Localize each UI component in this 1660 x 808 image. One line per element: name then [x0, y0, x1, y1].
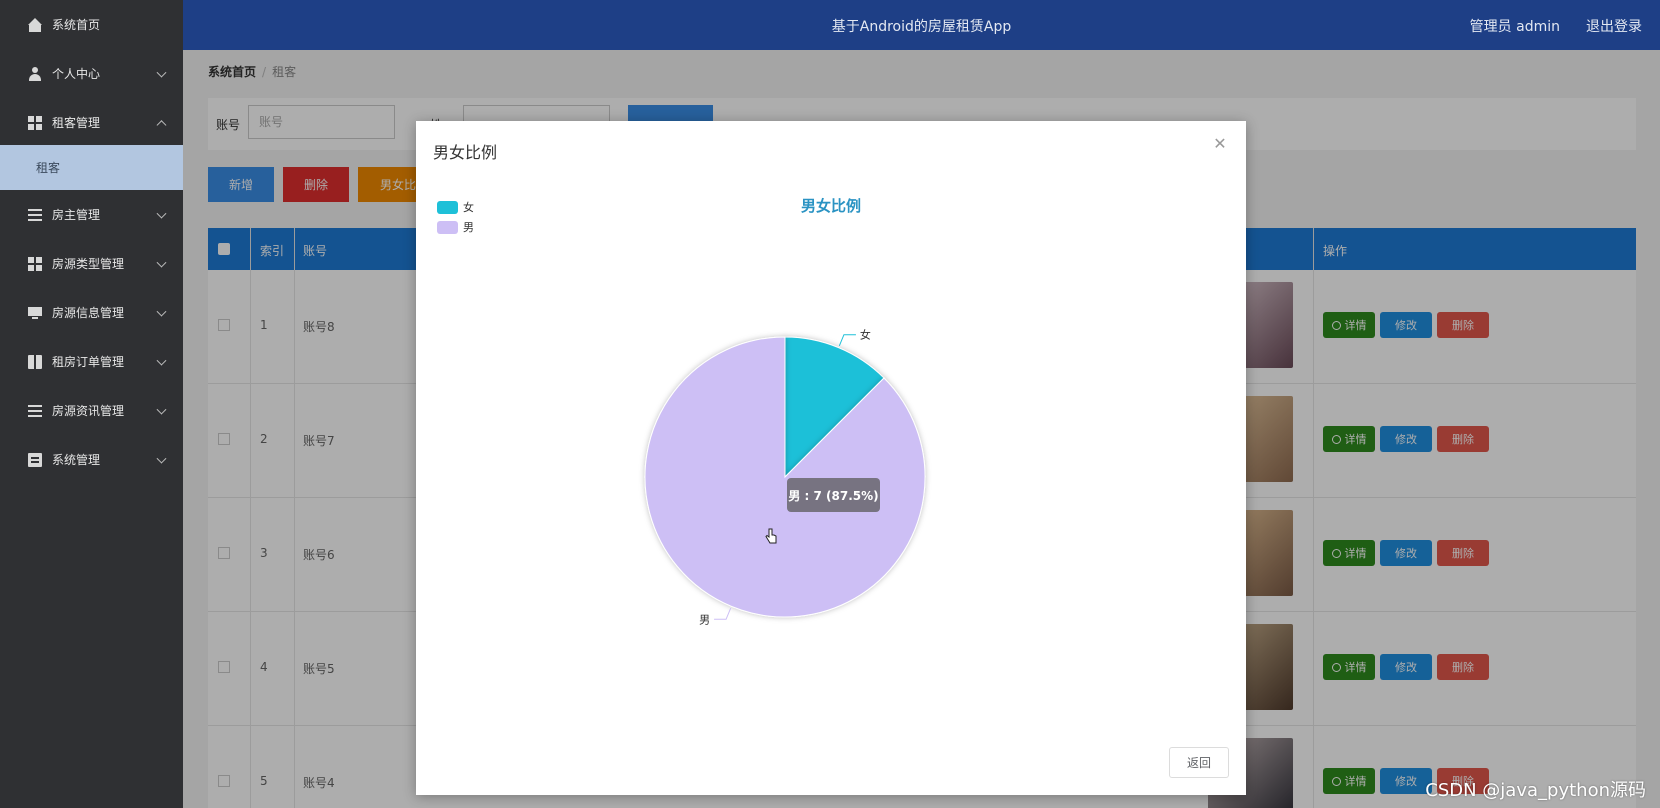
chevron-down-icon [156, 67, 167, 78]
pie-chart: 女男 [644, 328, 926, 626]
chevron-down-icon [156, 453, 167, 464]
chevron-down-icon [156, 208, 167, 219]
pie-slice[interactable] [644, 336, 926, 618]
current-user: 管理员 admin [1469, 19, 1560, 35]
chart-tooltip: 男 : 7 (87.5%) [787, 478, 880, 512]
sidebar-item-system-management[interactable]: 系统管理 [0, 435, 183, 484]
list-icon [28, 207, 42, 222]
home-icon [28, 17, 42, 32]
top-header: 基于Android的房屋租赁App 管理员 admin 退出登录 [183, 0, 1660, 50]
grid-icon [28, 115, 42, 130]
book-icon [28, 354, 42, 369]
sidebar-item-landlord-management[interactable]: 房主管理 [0, 190, 183, 239]
sidebar-item-label: 系统管理 [52, 453, 101, 467]
sidebar-item-label: 房源类型管理 [52, 257, 125, 271]
sidebar-item-label: 房源信息管理 [52, 306, 125, 320]
sidebar-item-personal-center[interactable]: 个人中心 [0, 49, 183, 98]
watermark: CSDN @java_python源码 [1425, 780, 1646, 801]
sidebar-item-rental-order-management[interactable]: 租房订单管理 [0, 337, 183, 386]
label-line [838, 334, 856, 347]
hand-cursor-icon [765, 528, 777, 544]
sidebar-item-tenant-management[interactable]: 租客管理 [0, 98, 183, 147]
chevron-down-icon [156, 257, 167, 268]
monitor-icon [28, 306, 42, 320]
grid-icon [28, 256, 42, 271]
slice-label: 男 [699, 613, 710, 626]
sidebar: 系统首页 个人中心 租客管理 租客 房主管理 房源类型管理 房源信息管理 租房订… [0, 0, 183, 808]
sidebar-item-label: 系统首页 [52, 18, 101, 32]
label-line [714, 607, 732, 620]
slice-label: 女 [860, 328, 871, 342]
sidebar-item-home[interactable]: 系统首页 [0, 0, 183, 49]
chevron-down-icon [156, 404, 167, 415]
gender-ratio-dialog: 男女比例 ✕ 男女比例 女 男 女男 男 : 7 (87.5%) 返回 [416, 121, 1246, 795]
chevron-down-icon [156, 306, 167, 317]
clipboard-icon [28, 452, 42, 467]
sidebar-item-label: 房源资讯管理 [52, 404, 125, 418]
chevron-up-icon [156, 119, 167, 130]
list-icon [28, 403, 42, 418]
sidebar-item-house-news-management[interactable]: 房源资讯管理 [0, 386, 183, 435]
sidebar-item-house-type-management[interactable]: 房源类型管理 [0, 239, 183, 288]
sidebar-item-label: 租房订单管理 [52, 355, 125, 369]
chevron-down-icon [156, 355, 167, 366]
logout-link[interactable]: 退出登录 [1586, 16, 1642, 36]
sidebar-item-label: 租客管理 [52, 116, 101, 130]
return-button[interactable]: 返回 [1169, 747, 1229, 778]
sidebar-item-house-info-management[interactable]: 房源信息管理 [0, 288, 183, 337]
sidebar-item-label: 房主管理 [52, 208, 101, 222]
sidebar-subitem-tenant[interactable]: 租客 [0, 145, 183, 190]
sidebar-item-label: 个人中心 [52, 67, 101, 81]
sidebar-subitem-label: 租客 [36, 161, 61, 175]
user-icon [28, 66, 42, 81]
app-title: 基于Android的房屋租赁App [831, 19, 1012, 35]
